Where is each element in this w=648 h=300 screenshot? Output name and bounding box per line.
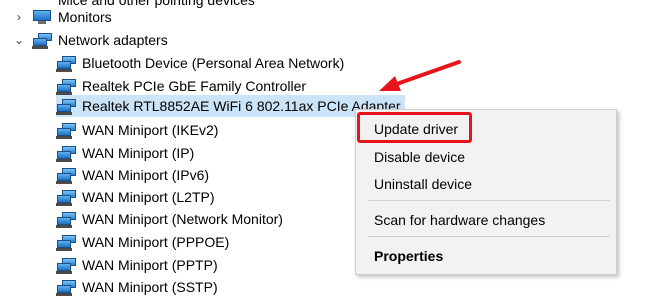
device-label: WAN Miniport (IKEv2) (82, 122, 219, 138)
tree-category-monitors[interactable]: › Monitors (12, 6, 112, 28)
device-label: WAN Miniport (PPPOE) (82, 234, 230, 250)
device-label: WAN Miniport (Network Monitor) (82, 211, 283, 227)
device-item[interactable]: WAN Miniport (Network Monitor) (56, 208, 287, 230)
annotation-highlight-box (357, 112, 472, 143)
network-adapter-icon (32, 32, 52, 49)
device-item[interactable]: Bluetooth Device (Personal Area Network) (56, 52, 348, 74)
network-adapter-icon (56, 145, 76, 162)
network-adapter-icon (56, 257, 76, 274)
device-label: Realtek RTL8852AE WiFi 6 802.11ax PCIe A… (82, 98, 401, 114)
chevron-right-icon[interactable]: › (12, 10, 26, 24)
device-label: WAN Miniport (SSTP) (82, 279, 218, 295)
menu-separator (368, 200, 610, 201)
device-label: WAN Miniport (L2TP) (82, 189, 215, 205)
device-item[interactable]: WAN Miniport (IKEv2) (56, 119, 222, 141)
network-adapter-icon (56, 234, 76, 251)
menu-item-disable-device[interactable]: Disable device (356, 144, 616, 170)
menu-item-label: Properties (374, 248, 444, 264)
network-adapter-icon (56, 98, 76, 115)
device-item[interactable]: WAN Miniport (PPTP) (56, 254, 222, 276)
menu-item-label: Scan for hardware changes (374, 212, 546, 228)
network-adapter-icon (56, 55, 76, 72)
device-label: WAN Miniport (IP) (82, 145, 195, 161)
device-item-selected[interactable]: Realtek RTL8852AE WiFi 6 802.11ax PCIe A… (56, 95, 405, 117)
device-item[interactable]: WAN Miniport (SSTP) (56, 276, 222, 298)
network-adapter-icon (56, 78, 76, 95)
menu-item-uninstall-device[interactable]: Uninstall device (356, 171, 616, 197)
menu-item-label: Disable device (374, 149, 466, 165)
device-item[interactable]: WAN Miniport (L2TP) (56, 186, 219, 208)
network-adapter-icon (56, 279, 76, 296)
device-item[interactable]: WAN Miniport (IPv6) (56, 164, 213, 186)
network-adapter-icon (56, 211, 76, 228)
network-adapter-icon (56, 167, 76, 184)
network-adapter-icon (56, 122, 76, 139)
network-adapter-icon (56, 189, 76, 206)
device-label: Realtek PCIe GbE Family Controller (82, 78, 307, 94)
device-item[interactable]: WAN Miniport (IP) (56, 142, 198, 164)
tree-category-network-adapters[interactable]: ⌄ Network adapters (12, 29, 168, 51)
chevron-down-icon[interactable]: ⌄ (12, 33, 26, 47)
monitor-icon (32, 9, 52, 25)
device-item[interactable]: WAN Miniport (PPPOE) (56, 231, 233, 253)
menu-separator (368, 236, 610, 237)
menu-item-label: Uninstall device (374, 176, 473, 192)
category-label: Network adapters (58, 32, 168, 48)
annotation-arrow-icon (379, 60, 461, 91)
category-label: Monitors (58, 9, 112, 25)
device-label: Bluetooth Device (Personal Area Network) (82, 55, 345, 71)
device-label: WAN Miniport (IPv6) (82, 167, 210, 183)
device-label: WAN Miniport (PPTP) (82, 257, 218, 273)
menu-item-scan-hardware[interactable]: Scan for hardware changes (356, 207, 616, 233)
device-item[interactable]: Realtek PCIe GbE Family Controller (56, 75, 310, 97)
menu-item-properties[interactable]: Properties (356, 243, 616, 269)
